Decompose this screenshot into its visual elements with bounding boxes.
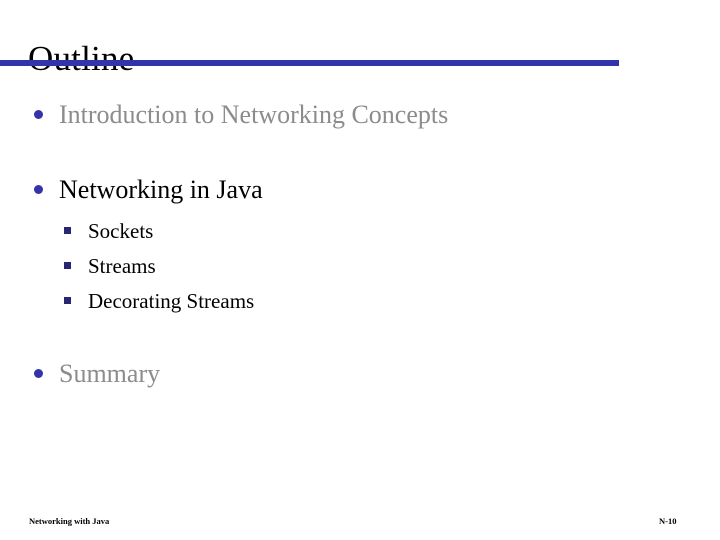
outline-item-label: Networking in Java bbox=[59, 175, 263, 204]
outline-item-introduction[interactable]: Introduction to Networking Concepts bbox=[0, 98, 720, 138]
outline-subitem-decorating-streams[interactable]: Decorating Streams bbox=[0, 285, 720, 320]
outline-subitem-streams[interactable]: Streams bbox=[0, 250, 720, 285]
outline-subitem-label: Sockets bbox=[88, 219, 154, 243]
round-bullet-icon bbox=[34, 185, 43, 194]
square-bullet-icon bbox=[64, 297, 71, 304]
outline-subitem-label: Streams bbox=[88, 254, 156, 278]
outline-sublist: Sockets Streams Decorating Streams bbox=[0, 215, 720, 320]
outline-item-networking-in-java[interactable]: Networking in Java bbox=[0, 173, 720, 213]
title-divider bbox=[0, 60, 619, 66]
square-bullet-icon bbox=[64, 262, 71, 269]
round-bullet-icon bbox=[34, 110, 43, 119]
outline-subitem-sockets[interactable]: Sockets bbox=[0, 215, 720, 250]
slide: Outline Introduction to Networking Conce… bbox=[0, 0, 720, 540]
footer-title: Networking with Java bbox=[29, 516, 110, 526]
footer-page-number: N-10 bbox=[659, 516, 677, 526]
outline-list: Introduction to Networking Concepts Netw… bbox=[0, 98, 720, 397]
square-bullet-icon bbox=[64, 227, 71, 234]
outline-item-label: Summary bbox=[59, 359, 161, 388]
outline-item-label: Introduction to Networking Concepts bbox=[59, 100, 449, 129]
round-bullet-icon bbox=[34, 369, 43, 378]
outline-item-summary[interactable]: Summary bbox=[0, 357, 720, 397]
outline-subitem-label: Decorating Streams bbox=[88, 289, 255, 313]
